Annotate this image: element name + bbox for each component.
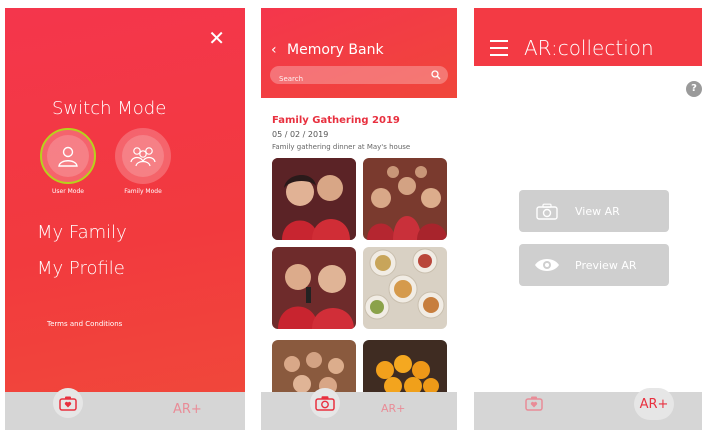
- ar-plus-tab[interactable]: AR+: [173, 402, 202, 417]
- family-mode-label: Family Mode: [124, 188, 162, 195]
- photo-thumbnail[interactable]: [363, 247, 447, 329]
- menu-screen: ✕ Switch Mode User Mode Family Mode My F…: [5, 8, 245, 430]
- eye-icon: [535, 259, 559, 271]
- memory-bank-header: ‹ Memory Bank: [261, 8, 457, 98]
- ar-collection-header: AR:collection: [474, 8, 702, 66]
- camera-tab[interactable]: [310, 388, 340, 418]
- camera-heart-icon: [525, 396, 543, 411]
- photo-thumbnail[interactable]: [272, 158, 356, 240]
- ar-collection-screen: AR:collection ? View AR Preview AR AR+: [474, 8, 702, 430]
- camera-icon: [536, 203, 558, 220]
- page-title: Memory Bank: [287, 42, 384, 58]
- ar-plus-label: AR+: [639, 396, 669, 412]
- album-description: Family gathering dinner at May's house: [272, 143, 411, 151]
- close-icon[interactable]: ✕: [208, 28, 225, 48]
- family-icon: [130, 147, 156, 167]
- camera-tab[interactable]: [519, 388, 549, 418]
- user-mode-label: User Mode: [52, 188, 84, 195]
- album-title[interactable]: Family Gathering 2019: [272, 115, 400, 126]
- photo-thumbnail[interactable]: [272, 247, 356, 329]
- back-chevron-icon[interactable]: ‹: [271, 42, 277, 58]
- page-title: AR:collection: [524, 36, 654, 60]
- terms-link[interactable]: Terms and Conditions: [47, 320, 122, 328]
- user-icon: [58, 146, 78, 167]
- bottom-tab-bar: AR+: [5, 388, 245, 430]
- ar-plus-tab[interactable]: AR+: [381, 402, 405, 415]
- bottom-tab-bar: AR+: [474, 388, 702, 430]
- family-mode-button[interactable]: Family Mode: [115, 128, 171, 195]
- photo-thumbnail[interactable]: [363, 158, 447, 240]
- search-input[interactable]: [270, 70, 448, 88]
- camera-tab[interactable]: [53, 388, 83, 418]
- user-mode-button[interactable]: User Mode: [40, 128, 96, 195]
- bottom-tab-bar: AR+: [261, 388, 457, 430]
- help-icon[interactable]: ?: [686, 81, 702, 97]
- album-date: 05 / 02 / 2019: [272, 130, 329, 139]
- camera-heart-icon: [59, 396, 77, 411]
- my-profile-link[interactable]: My Profile: [37, 258, 125, 279]
- search-icon[interactable]: [431, 70, 441, 80]
- camera-icon: [315, 396, 335, 411]
- search-bar: [270, 66, 448, 88]
- ar-plus-tab[interactable]: AR+: [634, 388, 674, 420]
- view-ar-button[interactable]: View AR: [519, 190, 669, 232]
- preview-ar-button[interactable]: Preview AR: [519, 244, 669, 286]
- switch-mode-title: Switch Mode: [52, 98, 167, 119]
- hamburger-menu-icon[interactable]: [490, 40, 508, 61]
- my-family-link[interactable]: My Family: [37, 222, 127, 243]
- view-ar-label: View AR: [575, 204, 620, 218]
- preview-ar-label: Preview AR: [575, 258, 637, 272]
- memory-bank-screen: ‹ Memory Bank Family Gathering 2019 05 /…: [261, 8, 457, 430]
